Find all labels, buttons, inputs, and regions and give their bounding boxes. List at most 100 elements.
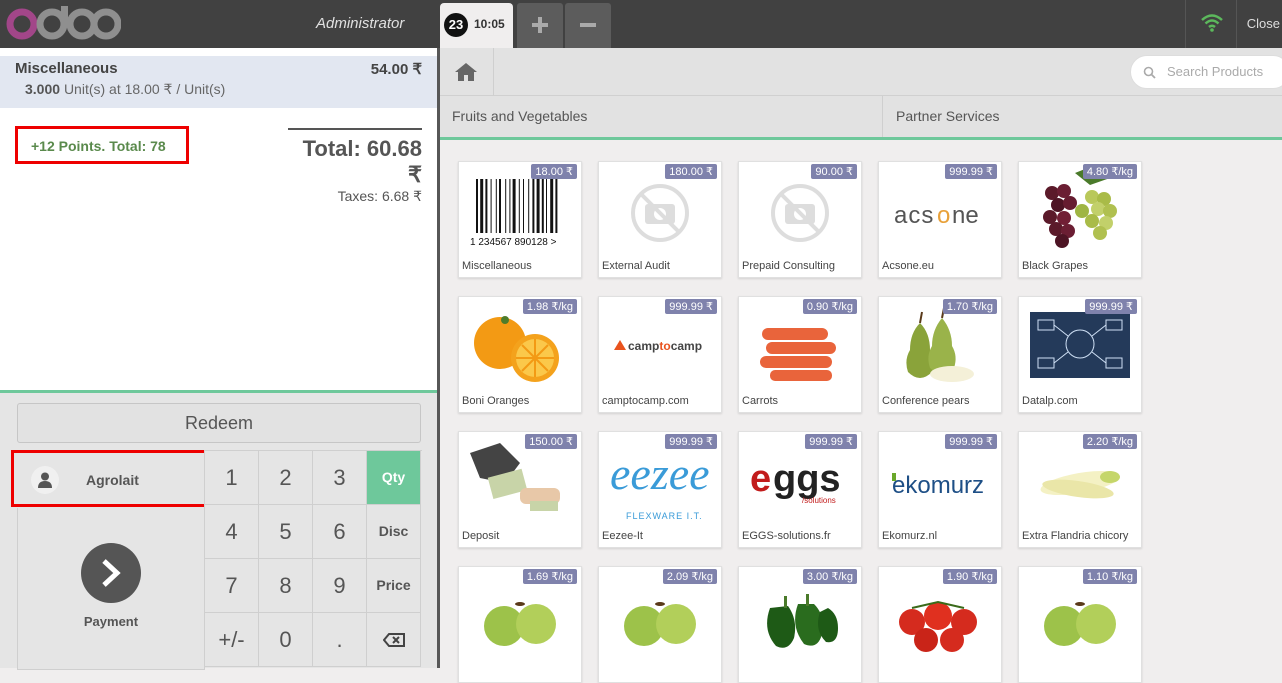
product-price: 999.99 ₹ xyxy=(1085,299,1137,314)
product-card[interactable]: 1 234567 890128 > 18.00 ₹ Miscellaneous xyxy=(458,161,582,278)
product-name: camptocamp.com xyxy=(602,395,689,407)
order-line-unit-info: Unit(s) at 18.00 ₹ / Unit(s) xyxy=(63,81,226,97)
search-input[interactable] xyxy=(1167,64,1277,79)
product-name: Miscellaneous xyxy=(462,260,532,272)
product-card[interactable]: 90.00 ₹ Prepaid Consulting xyxy=(738,161,862,278)
product-card[interactable]: 150.00 ₹ Deposit xyxy=(458,431,582,548)
product-card[interactable]: 2.09 ₹/kg xyxy=(598,566,722,683)
svg-text:/solutions: /solutions xyxy=(802,496,836,505)
product-card[interactable]: 0.90 ₹/kg Carrots xyxy=(738,296,862,413)
order-time: 10:05 xyxy=(474,17,505,31)
category-partner-services[interactable]: Partner Services xyxy=(884,96,1282,137)
product-name: Black Grapes xyxy=(1022,260,1089,272)
product-name: Deposit xyxy=(462,530,500,542)
home-button[interactable] xyxy=(440,48,494,96)
order-total: Total: 60.68 ₹ xyxy=(302,136,422,187)
product-card[interactable]: 1.90 ₹/kg xyxy=(878,566,1002,683)
order-tab[interactable]: 23 10:05 xyxy=(440,3,513,48)
product-name: Eezee-It xyxy=(602,530,643,542)
product-card[interactable]: 1.70 ₹/kg Conference pears xyxy=(878,296,1002,413)
svg-text:ekomurz: ekomurz xyxy=(892,472,984,499)
product-card[interactable]: ekomurz 999.99 ₹ Ekomurz.nl xyxy=(878,431,1002,548)
product-price: 999.99 ₹ xyxy=(945,164,997,179)
svg-text:e: e xyxy=(750,458,771,500)
delete-order-button[interactable] xyxy=(565,3,611,48)
numpad-key-0[interactable]: 0 xyxy=(259,613,313,667)
product-card[interactable]: 2.20 ₹/kg Extra Flandria chicory xyxy=(1018,431,1142,548)
product-name: Conference pears xyxy=(882,395,970,407)
product-card[interactable]: 1.10 ₹/kg xyxy=(1018,566,1142,683)
numpad-key-6[interactable]: 6 xyxy=(313,505,367,559)
product-price: 1.98 ₹/kg xyxy=(522,299,577,314)
numpad-key-3[interactable]: 3 xyxy=(313,451,367,505)
pos-header: Administrator 23 10:05 Close xyxy=(0,0,1282,48)
product-card[interactable]: 4.80 ₹/kg Black Grapes xyxy=(1018,161,1142,278)
search-box xyxy=(1130,55,1282,89)
product-card[interactable]: camptocamp 999.99 ₹ camptocamp.com xyxy=(598,296,722,413)
mode-qty-button[interactable]: Qty xyxy=(367,451,421,505)
new-order-button[interactable] xyxy=(517,3,563,48)
svg-text:o: o xyxy=(937,202,950,229)
control-panel: Redeem Agrolait Payment 1 2 3 Qty 4 5 6 … xyxy=(0,390,437,670)
mode-price-button[interactable]: Price xyxy=(367,559,421,613)
product-card[interactable]: 999.99 ₹ Datalp.com xyxy=(1018,296,1142,413)
product-price: 999.99 ₹ xyxy=(665,299,717,314)
home-icon xyxy=(455,63,477,81)
numpad-key-1[interactable]: 1 xyxy=(205,451,259,505)
loyalty-points: +12 Points. Total: 78 xyxy=(15,126,189,164)
customer-button[interactable]: Agrolait xyxy=(11,450,210,507)
numpad-key-5[interactable]: 5 xyxy=(259,505,313,559)
payment-button[interactable]: Payment xyxy=(17,508,205,670)
connection-status[interactable] xyxy=(1185,0,1235,48)
order-line-qty: 3.000 xyxy=(25,81,61,97)
numpad-key-2[interactable]: 2 xyxy=(259,451,313,505)
numpad-key-dot[interactable]: . xyxy=(313,613,367,667)
mode-disc-button[interactable]: Disc xyxy=(367,505,421,559)
category-fruits-and-vegetables[interactable]: Fruits and Vegetables xyxy=(440,96,883,137)
product-name: Acsone.eu xyxy=(882,260,934,272)
product-card[interactable]: eezee FLEXWARE I.T. 999.99 ₹ Eezee-It xyxy=(598,431,722,548)
product-name: EGGS-solutions.fr xyxy=(742,530,831,542)
product-card[interactable]: 3.00 ₹/kg xyxy=(738,566,862,683)
product-price: 1.70 ₹/kg xyxy=(942,299,997,314)
products-pane: Fruits and Vegetables Partner Services 1… xyxy=(440,48,1282,683)
order-line[interactable]: Miscellaneous 54.00 ₹ 3.000 Unit(s) at 1… xyxy=(0,56,437,108)
wifi-icon xyxy=(1201,14,1223,32)
redeem-button[interactable]: Redeem xyxy=(17,403,421,443)
numpad-key-sign[interactable]: +/- xyxy=(205,613,259,667)
product-card[interactable]: 1.98 ₹/kg Boni Oranges xyxy=(458,296,582,413)
product-card[interactable]: acs o ne 999.99 ₹ Acsone.eu xyxy=(878,161,1002,278)
svg-text:ggs: ggs xyxy=(773,458,841,500)
payment-label: Payment xyxy=(83,614,139,629)
product-card[interactable]: 180.00 ₹ External Audit xyxy=(598,161,722,278)
product-price: 1.90 ₹/kg xyxy=(942,569,997,584)
current-user[interactable]: Administrator xyxy=(316,15,404,32)
order-taxes: Taxes: 6.68 ₹ xyxy=(337,188,422,204)
product-card[interactable]: e ggs/solutions 999.99 ₹ EGGS-solutions.fr xyxy=(738,431,862,548)
numpad-key-8[interactable]: 8 xyxy=(259,559,313,613)
backspace-button[interactable] xyxy=(367,613,421,667)
numpad-key-7[interactable]: 7 xyxy=(205,559,259,613)
product-price: 1.69 ₹/kg xyxy=(522,569,577,584)
loyalty-points-text: +12 Points. Total: 78 xyxy=(31,138,166,154)
close-button[interactable]: Close xyxy=(1236,0,1282,48)
minus-icon xyxy=(580,23,596,27)
product-card[interactable]: 1.69 ₹/kg xyxy=(458,566,582,683)
odoo-logo xyxy=(6,6,121,40)
product-price: 90.00 ₹ xyxy=(811,164,857,179)
svg-text:FLEXWARE I.T.: FLEXWARE I.T. xyxy=(626,511,703,521)
order-summary: Total: 60.68 ₹ Taxes: 6.68 ₹ xyxy=(288,128,422,205)
breadcrumb xyxy=(440,48,1282,96)
product-name: Datalp.com xyxy=(1022,395,1078,407)
product-price: 999.99 ₹ xyxy=(805,434,857,449)
plus-icon xyxy=(532,17,548,33)
user-icon xyxy=(38,472,52,488)
backspace-icon xyxy=(382,633,405,647)
product-price: 18.00 ₹ xyxy=(531,164,577,179)
product-price: 999.99 ₹ xyxy=(945,434,997,449)
customer-name: Agrolait xyxy=(86,472,139,488)
numpad-key-9[interactable]: 9 xyxy=(313,559,367,613)
search-icon xyxy=(1143,66,1156,79)
numpad-key-4[interactable]: 4 xyxy=(205,505,259,559)
product-price: 2.20 ₹/kg xyxy=(1082,434,1137,449)
